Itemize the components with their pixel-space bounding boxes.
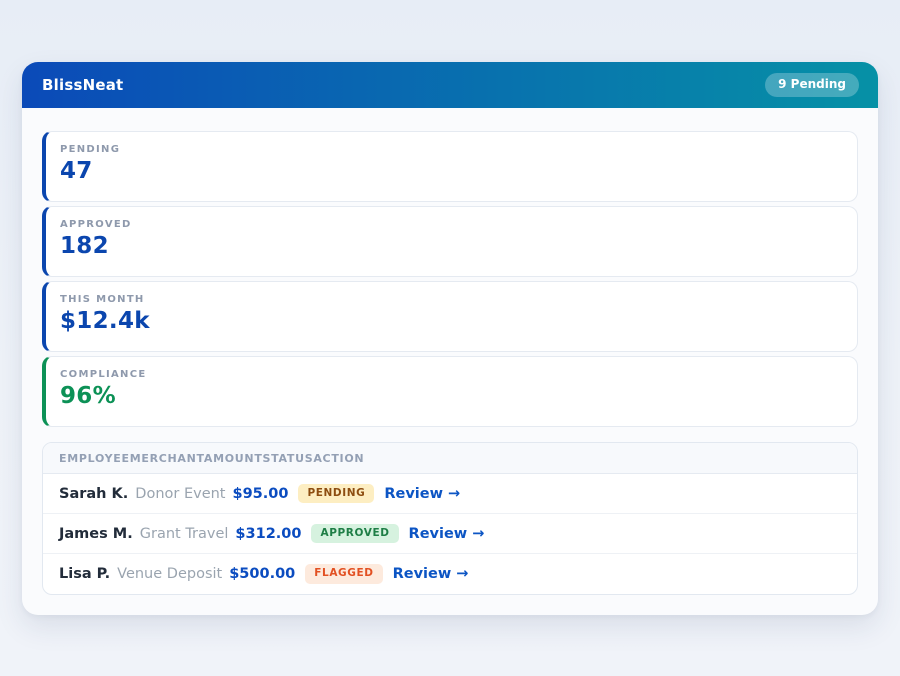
table-header-row: EMPLOYEEMERCHANTAMOUNTSTATUSACTION	[43, 443, 857, 474]
stat-card-pending: PENDING 47	[42, 131, 858, 202]
card-content: PENDING 47 APPROVED 182 THIS MONTH $12.4…	[22, 108, 878, 615]
amount-value: $95.00	[233, 486, 289, 502]
stat-label: THIS MONTH	[60, 294, 843, 305]
review-link[interactable]: Review →	[384, 486, 460, 502]
column-header-amount: AMOUNT	[204, 452, 263, 465]
table-row: James M. Grant Travel $312.00 APPROVED R…	[43, 514, 857, 554]
amount-value: $500.00	[229, 566, 295, 582]
stat-card-this-month: THIS MONTH $12.4k	[42, 281, 858, 352]
amount-value: $312.00	[235, 526, 301, 542]
status-badge: FLAGGED	[305, 564, 382, 584]
status-badge: APPROVED	[311, 524, 398, 544]
stat-card-compliance: COMPLIANCE 96%	[42, 356, 858, 427]
merchant-name: Grant Travel	[140, 526, 229, 542]
column-header-merchant: MERCHANT	[130, 452, 204, 465]
pending-count-badge: 9 Pending	[765, 73, 859, 96]
card-header: BlissNeat 9 Pending	[22, 62, 878, 108]
employee-name: Lisa P.	[59, 566, 110, 582]
stat-card-approved: APPROVED 182	[42, 206, 858, 277]
page-background: { "app": { "title": "BlissNeat", "pendin…	[0, 0, 900, 676]
table-row: Sarah K. Donor Event $95.00 PENDING Revi…	[43, 474, 857, 514]
stat-value: 96%	[60, 383, 843, 409]
employee-name: James M.	[59, 526, 133, 542]
merchant-name: Venue Deposit	[117, 566, 222, 582]
review-link[interactable]: Review →	[393, 566, 469, 582]
stat-label: PENDING	[60, 144, 843, 155]
column-header-employee: EMPLOYEE	[59, 452, 130, 465]
status-badge: PENDING	[298, 484, 374, 504]
dashboard-card: BlissNeat 9 Pending PENDING 47 APPROVED …	[22, 62, 878, 615]
stat-value: 182	[60, 233, 843, 259]
stat-label: APPROVED	[60, 219, 843, 230]
review-link[interactable]: Review →	[409, 526, 485, 542]
stat-value: 47	[60, 158, 843, 184]
column-header-status: STATUS	[263, 452, 314, 465]
employee-name: Sarah K.	[59, 486, 128, 502]
app-title: BlissNeat	[42, 76, 123, 94]
column-header-action: ACTION	[313, 452, 364, 465]
expenses-table: EMPLOYEEMERCHANTAMOUNTSTATUSACTION Sarah…	[42, 442, 858, 595]
merchant-name: Donor Event	[135, 486, 225, 502]
stat-value: $12.4k	[60, 308, 843, 334]
stat-label: COMPLIANCE	[60, 369, 843, 380]
table-row: Lisa P. Venue Deposit $500.00 FLAGGED Re…	[43, 554, 857, 594]
